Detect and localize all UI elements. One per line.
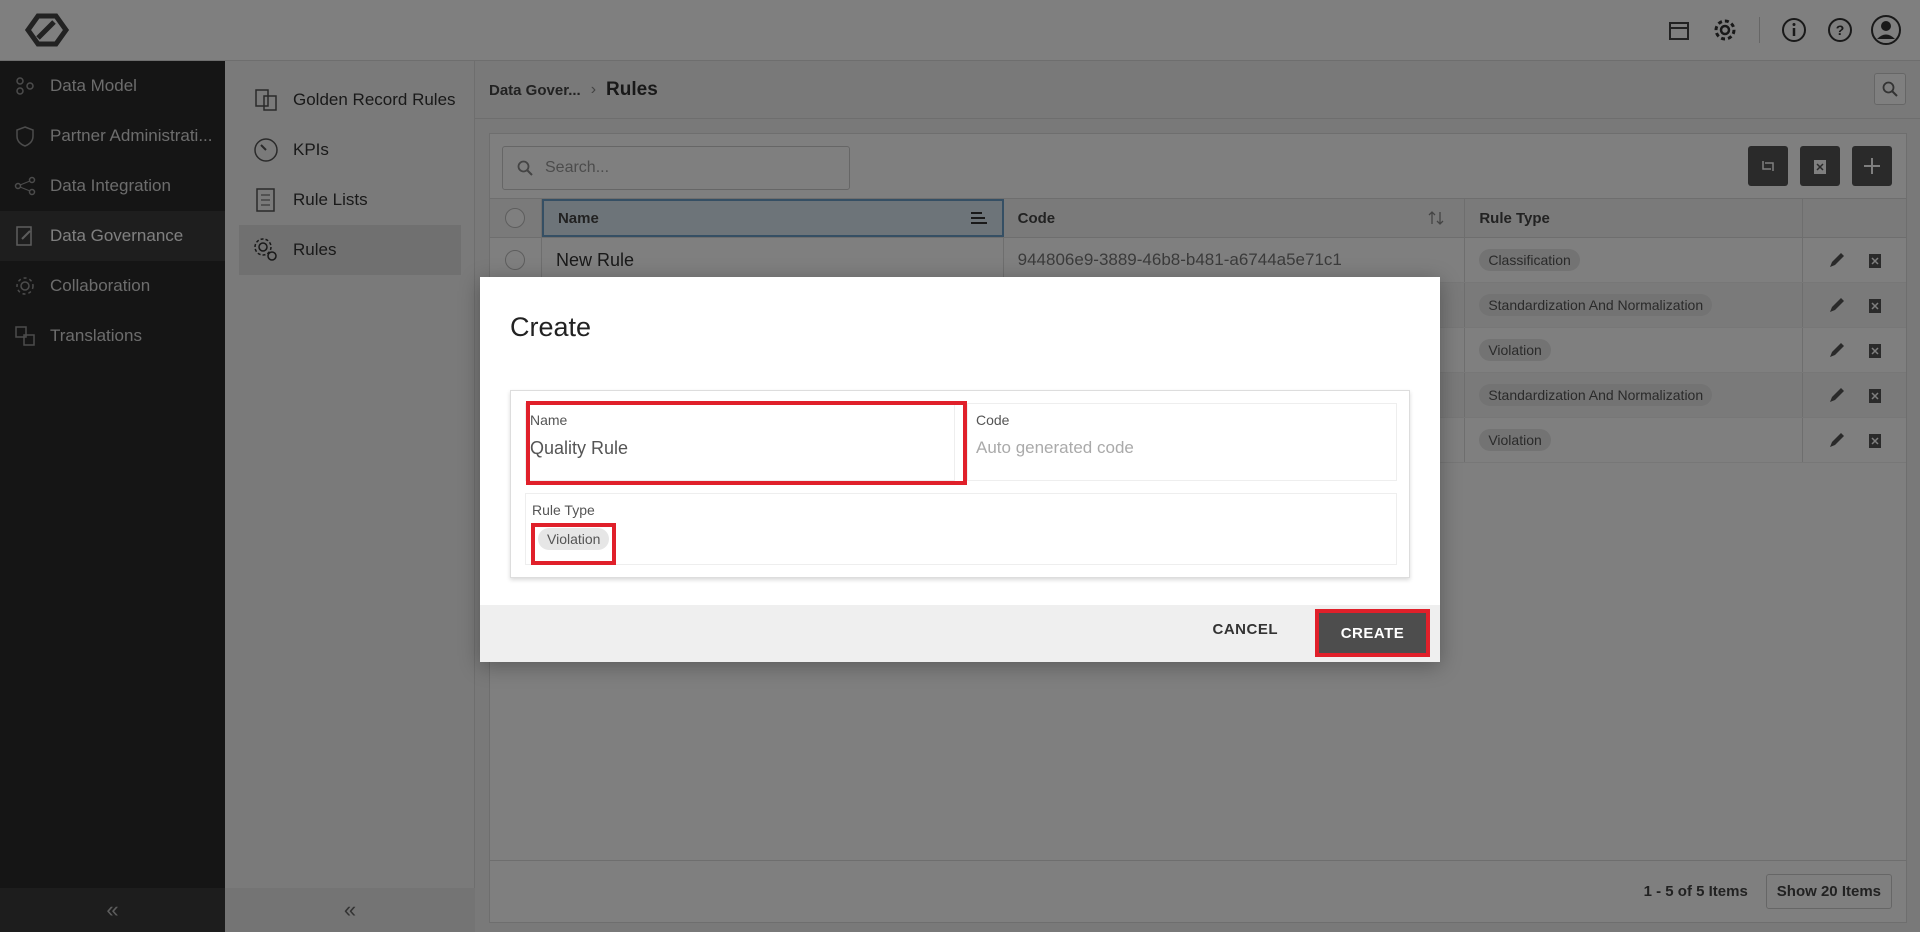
cancel-button[interactable]: CANCEL	[1213, 621, 1279, 638]
code-field-label: Code	[976, 412, 1010, 428]
create-rule-dialog: Create Name Quality Rule Code Auto gener…	[480, 277, 1440, 662]
code-field-placeholder: Auto generated code	[976, 438, 1134, 457]
code-field[interactable]: Code Auto generated code	[967, 403, 1397, 481]
rule-type-highlight	[531, 523, 616, 565]
name-field-highlight	[526, 401, 967, 485]
dialog-title: Create	[510, 312, 592, 342]
rule-type-field-label: Rule Type	[532, 502, 595, 518]
rule-type-field[interactable]: Rule Type Violation	[525, 493, 1397, 565]
dialog-footer: CANCEL CREATE	[480, 605, 1440, 662]
create-button[interactable]: CREATE	[1315, 609, 1430, 657]
create-form: Name Quality Rule Code Auto generated co…	[510, 390, 1410, 578]
